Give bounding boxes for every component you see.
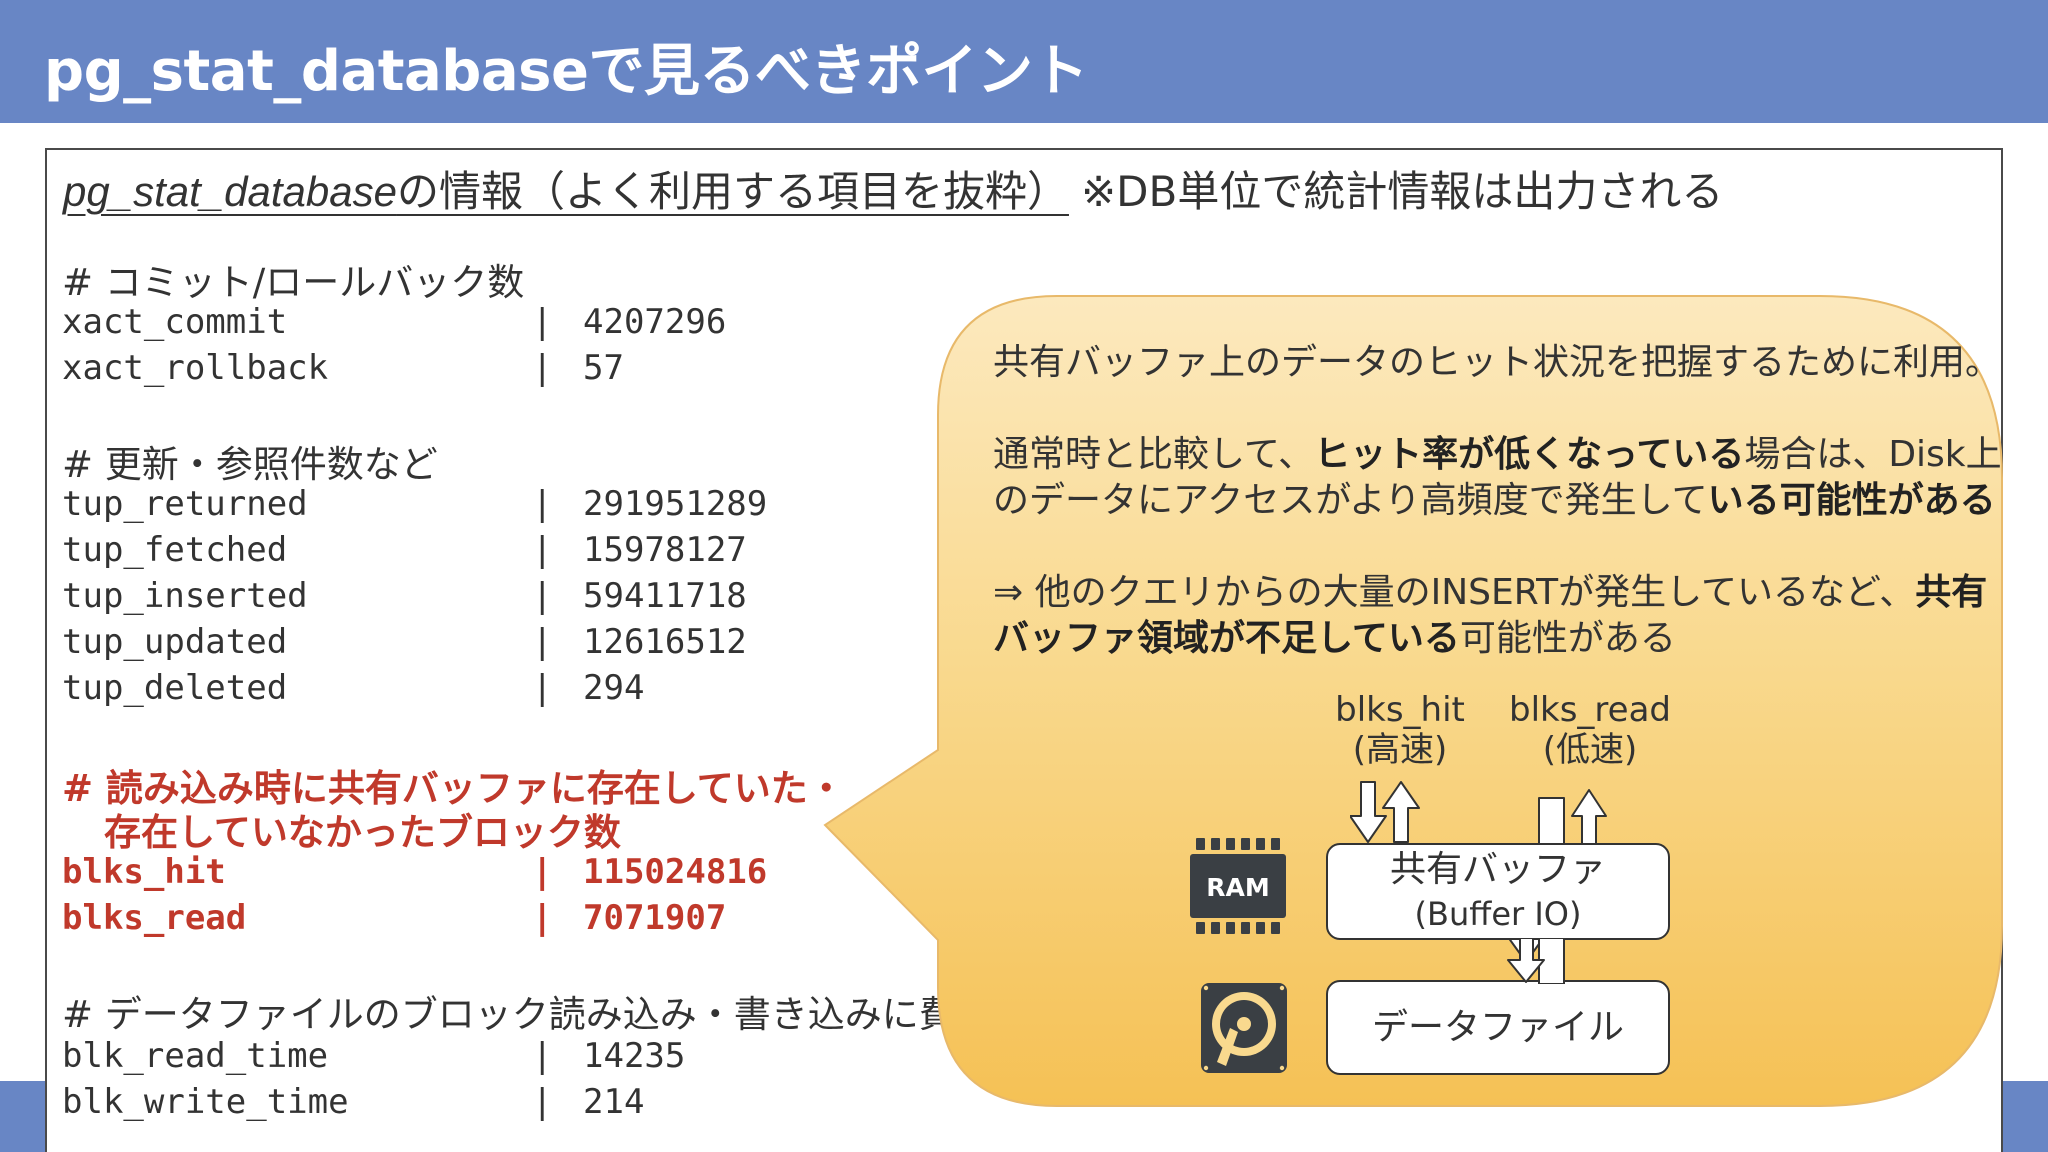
stat-key: blk_read_time [62,1036,329,1076]
title-bar: pg_stat_databaseで見るべきポイント [0,0,2048,123]
bubble-bold-span: バッファ領域が不足している [993,618,1460,659]
bubble-paragraph-3: ⇒ 他のクエリからの大量のINSERTが発生しているなど、共有 バッファ領域が不… [993,570,1987,662]
stat-key: tup_updated [62,622,288,662]
stat-value: 115024816 [583,852,768,892]
column-separator: | [532,484,553,524]
bubble-paragraph-1: 共有バッファ上のデータのヒット状況を把握するために利用。 [993,340,2001,386]
column-separator: | [532,622,553,662]
stat-key: xact_commit [62,302,288,342]
bubble-text-span: ⇒ 他のクエリからの大量のINSERTが発生しているなど、 [993,572,1916,613]
bubble-bold-span: 共有 [1915,572,1988,613]
blocks-comment-line2: 存在していなかったブロック数 [104,811,621,854]
blks-read-label: blks_read (低速) [1500,690,1680,770]
bubble-text-span: 場合は、Disk上 [1744,434,2002,475]
bubble-text-span: 通常時と比較して、 [993,434,1315,475]
bubble-text-span: 共有バッファ上のデータのヒット状況を把握するために利用。 [993,342,2002,383]
heading-description: の情報（よく利用する項目を抜粋） [396,167,1069,216]
stat-value: 7071907 [583,898,727,938]
blks-hit-speed: (高速) [1352,730,1448,770]
blks-hit-label: blks_hit (高速) [1325,690,1475,770]
tuples-comment: # 更新・参照件数など [62,443,438,486]
column-separator: | [532,1036,553,1076]
stat-key: xact_rollback [62,348,329,388]
blks-hit-name: blks_hit [1335,690,1465,730]
panel-heading-underlined: pg_stat_databaseの情報（よく利用する項目を抜粋） [63,158,1069,219]
column-separator: | [532,576,553,616]
view-name: pg_stat_database [63,168,397,215]
column-separator: | [532,1082,553,1122]
stat-value: 214 [583,1082,645,1122]
slide-title: pg_stat_databaseで見るべきポイント [44,39,1088,104]
stat-key: blks_read [62,898,247,938]
column-separator: | [532,668,553,708]
stat-value: 291951289 [583,484,768,524]
stat-value: 15978127 [583,530,747,570]
stat-value: 57 [583,348,624,388]
up-arrow-icon [1382,781,1420,843]
column-separator: | [532,302,553,342]
blks-read-speed: (低速) [1542,730,1638,770]
stat-key: tup_fetched [62,530,288,570]
bubble-text-span: 可能性がある [1459,618,1676,659]
bubble-text: 共有バッファ上のデータのヒット状況を把握するために利用。 通常時と比較して、ヒッ… [993,340,2002,708]
column-separator: | [532,898,553,938]
bubble-bold-span: ヒット率が低くなっている [1314,434,1745,475]
bubble-text-span: のデータにアクセスがより高頻度で発生して [993,480,1708,521]
data-file-title: データファイル [1371,1006,1624,1048]
hard-disk-icon [1201,983,1287,1073]
stat-key: tup_deleted [62,668,288,708]
stat-key: blks_hit [62,852,226,892]
shared-buffer-subtitle: (Buffer IO) [1414,894,1582,933]
box-connector [1507,938,1565,984]
blks-read-name: blks_read [1509,690,1671,730]
panel-heading: pg_stat_databaseの情報（よく利用する項目を抜粋） ※DB単位で統計… [63,158,1723,219]
shared-buffer-box: 共有バッファ (Buffer IO) [1326,843,1670,940]
stat-value: 12616512 [583,622,747,662]
stat-key: blk_write_time [62,1082,349,1122]
column-separator: | [532,348,553,388]
ram-chip-icon: RAM [1190,838,1286,934]
data-file-box: データファイル [1326,980,1670,1075]
bubble-paragraph-2: 通常時と比較して、ヒット率が低くなっている場合は、Disk上 のデータにアクセス… [993,432,2002,524]
stat-value: 294 [583,668,645,708]
column-separator: | [532,852,553,892]
shared-buffer-title: 共有バッファ [1389,848,1606,890]
heading-note: ※DB単位で統計情報は出力される [1080,167,1724,216]
stat-key: tup_inserted [62,576,308,616]
commit-comment: # コミット/ロールバック数 [62,261,525,304]
down-arrow-icon [1350,781,1387,843]
stat-value: 4207296 [583,302,727,342]
stat-value: 14235 [583,1036,686,1076]
stat-value: 59411718 [583,576,747,616]
ram-label: RAM [1206,873,1269,902]
bubble-bold-span: いる可能性がある [1707,480,1996,521]
stat-key: tup_returned [62,484,308,524]
column-separator: | [532,530,553,570]
